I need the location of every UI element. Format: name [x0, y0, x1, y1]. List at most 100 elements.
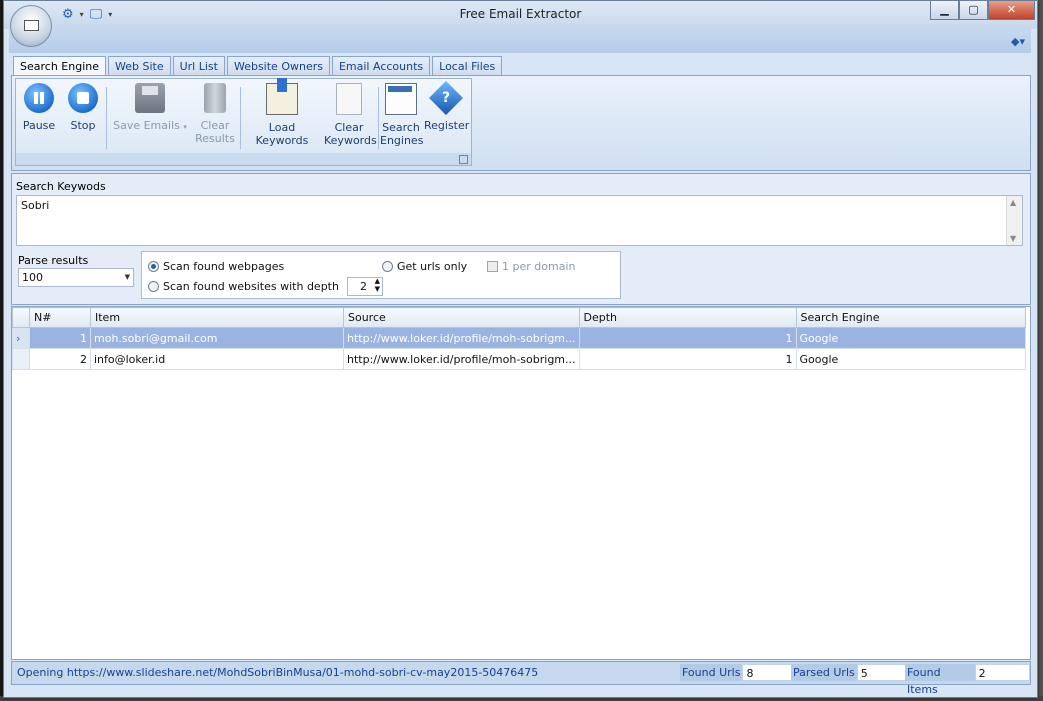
results-table: N# Item Source Depth Search Engine › 1 m…: [12, 307, 1027, 370]
results-grid: N# Item Source Depth Search Engine › 1 m…: [11, 306, 1031, 660]
cell-item: moh.sobri@gmail.com: [90, 327, 344, 349]
found-urls-value: 8: [742, 664, 798, 681]
ribbon-header: ◆▾: [9, 29, 1031, 53]
search-engines-label-2: Engines: [380, 134, 424, 147]
status-bar: Opening https://www.slideshare.net/MohdS…: [11, 661, 1031, 696]
clear-results-label-1: Clear: [200, 119, 230, 132]
keywords-label: Search Keywods: [16, 180, 106, 193]
ribbon: Pause Stop Save Emails ▾ Clear Results L…: [11, 75, 1031, 171]
cell-search-engine: Google: [795, 327, 1027, 349]
found-items-value: 2: [974, 664, 1030, 681]
depth-stepper[interactable]: 2 ▲ ▼: [346, 277, 383, 296]
tab-website-owners[interactable]: Website Owners: [226, 56, 330, 76]
search-engines-icon: [385, 83, 417, 115]
row-indicator-icon: ›: [12, 327, 30, 349]
row-indicator: [12, 348, 30, 370]
parsed-urls-value: 5: [856, 664, 912, 681]
radio-selected-icon: [148, 261, 159, 272]
tab-email-accounts[interactable]: Email Accounts: [331, 56, 431, 76]
stop-label: Stop: [70, 119, 96, 132]
chevron-down-icon[interactable]: ▼: [375, 285, 380, 293]
column-header-item[interactable]: Item: [90, 307, 344, 328]
radio-scan-depth[interactable]: Scan found websites with depth 2 ▲ ▼: [148, 277, 383, 296]
parse-results-label: Parse results: [18, 254, 89, 267]
found-urls-panel: Found Urls 8: [680, 664, 798, 681]
save-icon: [135, 83, 165, 113]
clear-results-label-2: Results: [195, 132, 235, 145]
title-bar: ⚙ ▾ 🖵 ▾ Free Email Extractor ▁ ▢ ✕: [4, 1, 1037, 29]
checkbox-label: 1 per domain: [502, 260, 576, 273]
tab-url-list[interactable]: Url List: [172, 56, 225, 76]
document-icon: [336, 83, 362, 115]
column-header-n[interactable]: N#: [29, 307, 91, 328]
status-message: Opening https://www.slideshare.net/MohdS…: [17, 666, 539, 679]
register-label: Register: [424, 119, 470, 132]
cell-n: 2: [29, 348, 91, 370]
radio-icon: [148, 281, 159, 292]
radio-get-urls-only[interactable]: Get urls only: [382, 260, 467, 273]
parsed-urls-label: Parsed Urls: [791, 664, 857, 681]
cell-item: info@loker.id: [90, 348, 344, 370]
cell-search-engine: Google: [795, 348, 1027, 370]
register-icon: ?: [429, 81, 463, 115]
pause-icon: [24, 83, 54, 113]
load-keywords-label: Load Keywords: [255, 121, 309, 147]
search-engines-label-1: Search: [382, 121, 420, 134]
save-emails-button[interactable]: Save Emails ▾: [112, 83, 188, 134]
clear-results-button[interactable]: Clear Results: [194, 83, 236, 145]
table-row[interactable]: › 1 moh.sobri@gmail.com http://www.loker…: [12, 327, 1027, 349]
table-header: N# Item Source Depth Search Engine: [12, 307, 1027, 328]
clear-keywords-label-2: Keywords: [324, 134, 377, 147]
column-header-depth[interactable]: Depth: [578, 307, 797, 328]
window-controls: ▁ ▢ ✕: [930, 1, 1035, 20]
load-keywords-button[interactable]: Load Keywords: [243, 78, 321, 147]
stop-button[interactable]: Stop: [64, 83, 102, 132]
depth-value: 2: [359, 280, 367, 293]
radio-label: Scan found websites with depth: [163, 280, 339, 293]
search-engines-button[interactable]: Search Engines: [380, 83, 424, 147]
tab-web-site[interactable]: Web Site: [108, 56, 171, 76]
table-row[interactable]: 2 info@loker.id http://www.loker.id/prof…: [12, 348, 1027, 370]
clear-keywords-button[interactable]: Clear Keywords: [324, 83, 377, 147]
parse-results-select[interactable]: 100 ▼: [18, 268, 134, 287]
parse-results-value: 100: [22, 271, 43, 284]
close-button[interactable]: ✕: [988, 1, 1035, 20]
one-per-domain-checkbox[interactable]: 1 per domain: [487, 260, 575, 273]
group-footer: [16, 153, 471, 165]
cell-depth: 1: [578, 327, 797, 349]
pause-label: Pause: [22, 119, 56, 132]
pause-button[interactable]: Pause: [20, 83, 58, 132]
cell-depth: 1: [578, 348, 797, 370]
tab-local-files[interactable]: Local Files: [432, 56, 503, 76]
column-header-search-engine[interactable]: Search Engine: [795, 307, 1027, 328]
column-header-source[interactable]: Source: [343, 307, 580, 328]
window-title: Free Email Extractor: [459, 7, 582, 21]
load-keywords-icon: [266, 78, 298, 115]
checkbox-icon: [487, 261, 498, 272]
register-button[interactable]: ? Register: [424, 81, 470, 132]
radio-icon: [382, 261, 393, 272]
chevron-down-icon: ▼: [124, 273, 130, 281]
found-items-panel: Found Items 2: [905, 664, 1030, 696]
minimize-button[interactable]: ▁: [930, 1, 959, 20]
parsed-urls-panel: Parsed Urls 5: [791, 664, 912, 681]
cell-n: 1: [29, 327, 91, 349]
cell-source: http://www.loker.id/profile/moh-sobrigm.…: [343, 327, 580, 349]
chevron-up-icon[interactable]: ▲: [375, 277, 380, 285]
trash-icon: [204, 83, 226, 113]
help-icon[interactable]: ◆▾: [1011, 35, 1025, 48]
application-menu-button[interactable]: [10, 5, 52, 47]
clear-keywords-label-1: Clear: [334, 121, 364, 134]
keywords-textarea[interactable]: Sobri ▲ ▼: [16, 195, 1023, 246]
found-urls-label: Found Urls: [680, 664, 743, 681]
ribbon-group: Pause Stop Save Emails ▾ Clear Results L…: [15, 78, 472, 166]
dialog-launcher-icon[interactable]: [459, 155, 468, 164]
radio-label: Scan found webpages: [163, 260, 285, 273]
separator: [378, 87, 379, 149]
found-items-label: Found Items: [905, 664, 975, 696]
radio-label: Get urls only: [397, 260, 468, 273]
vertical-scrollbar[interactable]: ▲ ▼: [1006, 196, 1022, 245]
maximize-button[interactable]: ▢: [959, 1, 988, 20]
radio-scan-found-webpages[interactable]: Scan found webpages: [148, 260, 284, 273]
scan-options: Scan found webpages Scan found websites …: [141, 251, 621, 299]
